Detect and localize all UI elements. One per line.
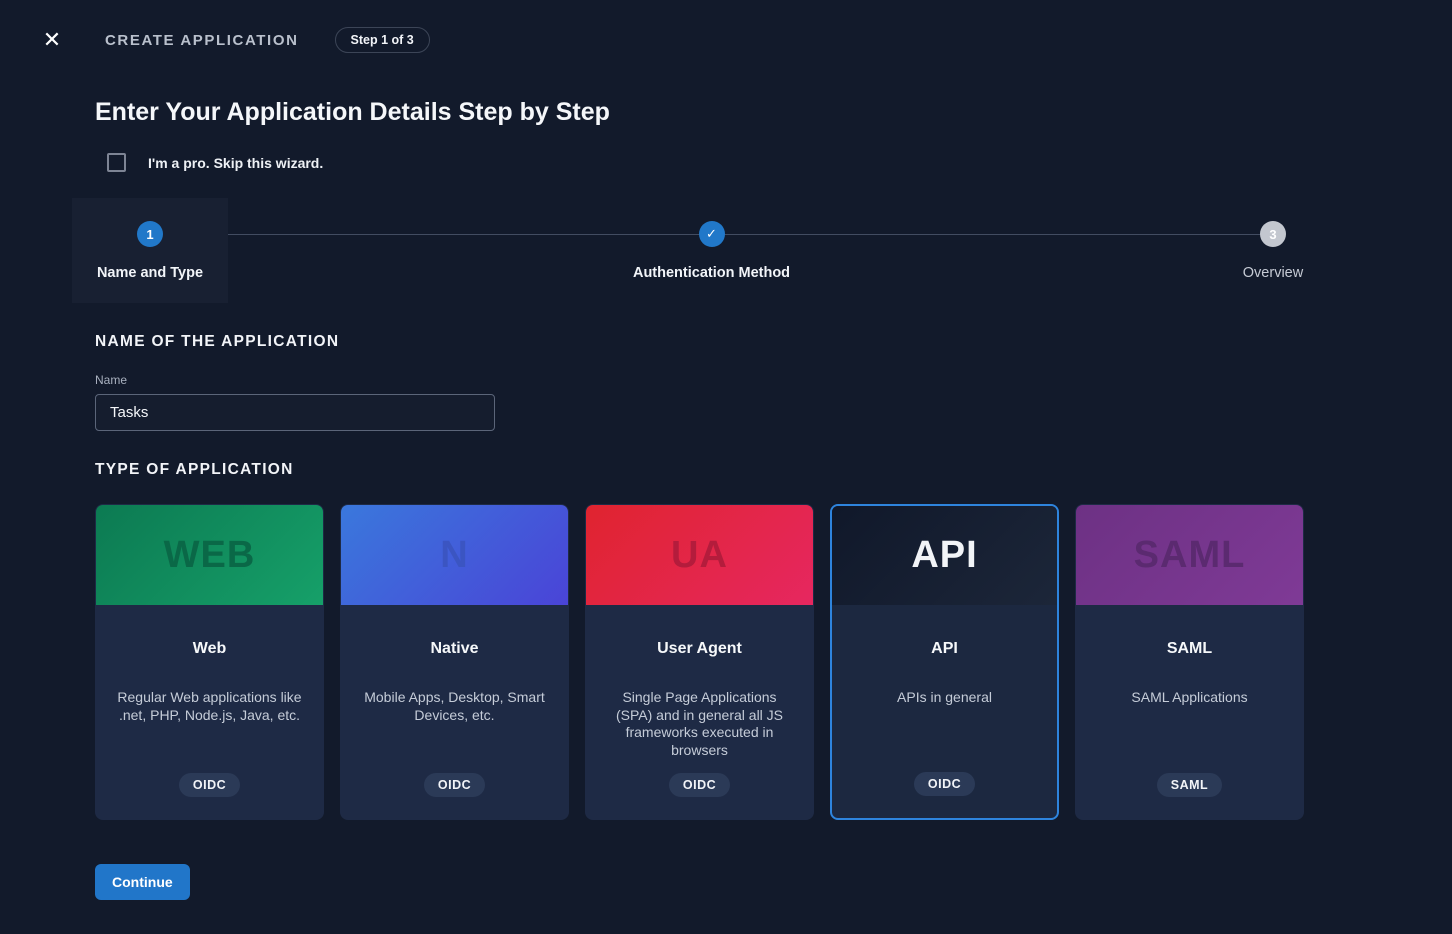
card-api-banner: API xyxy=(832,506,1057,605)
step-2-label: Authentication Method xyxy=(633,265,790,281)
card-api-watermark: API xyxy=(911,534,977,577)
card-user-agent-watermark: UA xyxy=(671,534,728,577)
card-user-agent-banner: UA xyxy=(586,505,813,605)
type-section: TYPE OF APPLICATION WEB Web Regular Web … xyxy=(95,461,1452,820)
card-saml-body: SAML SAML Applications SAML xyxy=(1076,605,1303,819)
card-api-description: APIs in general xyxy=(897,689,992,707)
card-saml-title: SAML xyxy=(1167,640,1212,658)
skip-wizard-row: I'm a pro. Skip this wizard. xyxy=(107,153,1452,172)
step-1-label: Name and Type xyxy=(97,265,203,281)
application-type-cards: WEB Web Regular Web applications like .n… xyxy=(95,504,1452,820)
create-application-wizard: ✕ CREATE APPLICATION Step 1 of 3 Enter Y… xyxy=(0,0,1452,934)
name-field-label: Name xyxy=(95,373,1452,387)
wizard-body: Enter Your Application Details Step by S… xyxy=(0,98,1452,900)
page-title: CREATE APPLICATION xyxy=(105,32,299,49)
step-overview[interactable]: 3 Overview xyxy=(1195,198,1351,303)
card-api-protocol-badge: OIDC xyxy=(914,772,975,796)
step-2-check-icon: ✓ xyxy=(699,221,725,247)
step-name-and-type[interactable]: 1 Name and Type xyxy=(72,198,228,303)
card-web-body: Web Regular Web applications like .net, … xyxy=(96,605,323,819)
card-web-title: Web xyxy=(193,640,226,658)
card-saml-protocol-badge: SAML xyxy=(1157,773,1222,797)
continue-button[interactable]: Continue xyxy=(95,864,190,900)
card-user-agent-title: User Agent xyxy=(657,640,742,658)
card-web-description: Regular Web applications like .net, PHP,… xyxy=(114,689,305,724)
card-api-body: API APIs in general OIDC xyxy=(832,605,1057,818)
card-native-description: Mobile Apps, Desktop, Smart Devices, etc… xyxy=(359,689,550,724)
card-user-agent-protocol-badge: OIDC xyxy=(669,773,730,797)
card-saml-description: SAML Applications xyxy=(1131,689,1247,707)
card-native-banner: N xyxy=(341,505,568,605)
card-native-body: Native Mobile Apps, Desktop, Smart Devic… xyxy=(341,605,568,819)
card-web[interactable]: WEB Web Regular Web applications like .n… xyxy=(95,504,324,820)
step-3-indicator: 3 xyxy=(1260,221,1286,247)
card-native-title: Native xyxy=(430,640,478,658)
wizard-heading: Enter Your Application Details Step by S… xyxy=(95,98,1452,127)
skip-wizard-label[interactable]: I'm a pro. Skip this wizard. xyxy=(148,155,323,171)
card-user-agent[interactable]: UA User Agent Single Page Applications (… xyxy=(585,504,814,820)
step-1-indicator: 1 xyxy=(137,221,163,247)
card-api[interactable]: API API APIs in general OIDC xyxy=(830,504,1059,820)
application-name-input[interactable] xyxy=(95,394,495,431)
wizard-stepper: 1 Name and Type ✓ Authentication Method … xyxy=(72,198,1351,303)
step-3-label: Overview xyxy=(1243,265,1303,281)
name-section-title: NAME OF THE APPLICATION xyxy=(95,333,1452,351)
card-web-protocol-badge: OIDC xyxy=(179,773,240,797)
step-authentication-method[interactable]: ✓ Authentication Method xyxy=(634,198,790,303)
step-badge: Step 1 of 3 xyxy=(335,27,430,53)
name-section: NAME OF THE APPLICATION Name xyxy=(95,333,1452,431)
card-native-watermark: N xyxy=(440,534,468,577)
card-web-banner: WEB xyxy=(96,505,323,605)
wizard-header: ✕ CREATE APPLICATION Step 1 of 3 xyxy=(0,0,1452,56)
skip-wizard-checkbox[interactable] xyxy=(107,153,126,172)
type-section-title: TYPE OF APPLICATION xyxy=(95,461,1452,479)
card-native-protocol-badge: OIDC xyxy=(424,773,485,797)
close-icon[interactable]: ✕ xyxy=(40,28,64,52)
card-saml-banner: SAML xyxy=(1076,505,1303,605)
card-web-watermark: WEB xyxy=(164,534,256,577)
card-user-agent-body: User Agent Single Page Applications (SPA… xyxy=(586,605,813,819)
card-user-agent-description: Single Page Applications (SPA) and in ge… xyxy=(604,689,795,760)
card-saml[interactable]: SAML SAML SAML Applications SAML xyxy=(1075,504,1304,820)
card-api-title: API xyxy=(931,640,958,658)
card-native[interactable]: N Native Mobile Apps, Desktop, Smart Dev… xyxy=(340,504,569,820)
card-saml-watermark: SAML xyxy=(1134,534,1246,577)
